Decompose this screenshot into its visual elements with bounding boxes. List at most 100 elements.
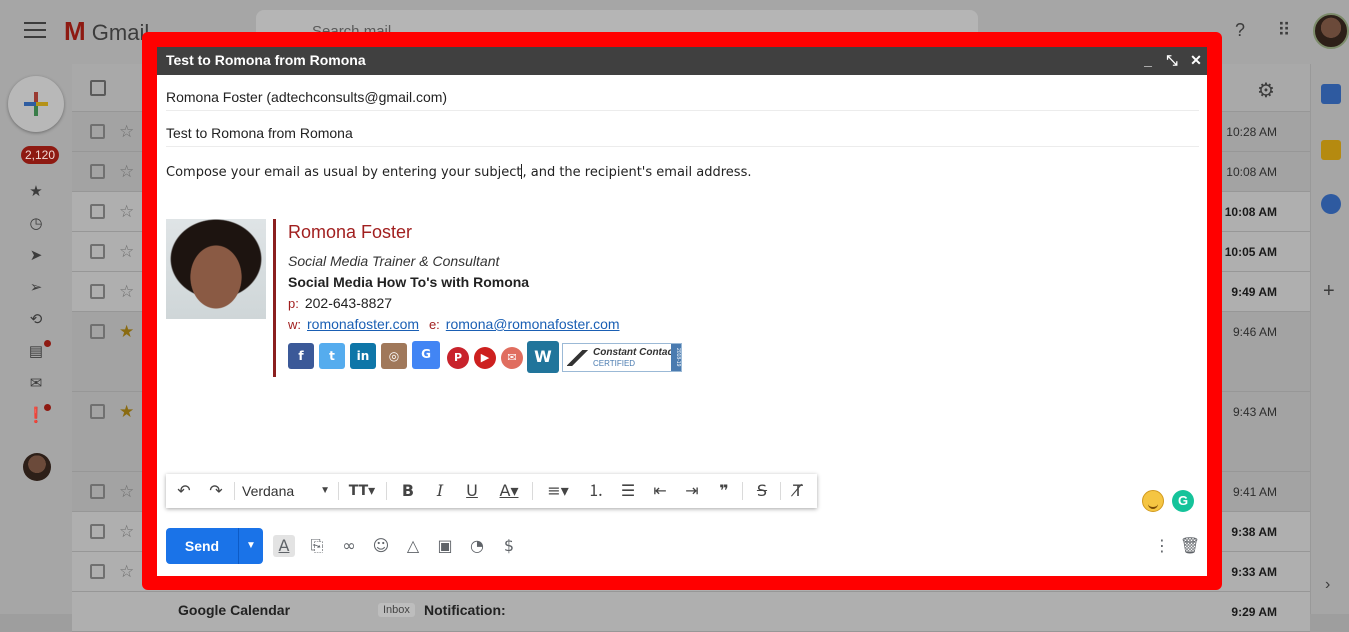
row-checkbox[interactable] <box>90 484 105 499</box>
pinterest-icon[interactable]: P <box>447 347 469 369</box>
tasks-icon[interactable] <box>1321 194 1341 214</box>
gmail-logo[interactable]: M Gmail <box>64 16 149 47</box>
star-icon[interactable]: ☆ <box>119 563 137 581</box>
more-options-icon[interactable]: ⋮ <box>1151 535 1173 557</box>
snoozed-icon[interactable]: ◷ <box>26 214 46 234</box>
font-select[interactable]: Verdana ▼ <box>234 479 334 503</box>
linkedin-icon[interactable]: in <box>350 343 376 369</box>
row-checkbox[interactable] <box>90 524 105 539</box>
money-icon[interactable]: $ <box>498 535 520 557</box>
wordpress-icon[interactable]: W <box>527 341 559 373</box>
help-icon[interactable]: ? <box>1228 20 1252 44</box>
hug-emoji-icon[interactable] <box>1142 490 1164 512</box>
constant-contact-logo-icon <box>567 350 589 366</box>
compose-title-bar[interactable]: Test to Romona from Romona _ ⤡ ✕ <box>157 47 1207 75</box>
signature-divider <box>273 219 276 377</box>
send-button[interactable]: Send <box>166 528 238 564</box>
keep-icon[interactable] <box>1321 140 1341 160</box>
strikethrough-icon[interactable]: S <box>750 479 774 503</box>
compose-button[interactable] <box>8 76 64 132</box>
row-checkbox[interactable] <box>90 324 105 339</box>
drive-icon[interactable]: △ <box>402 535 424 557</box>
emoji-icon[interactable]: ☺ <box>370 535 392 557</box>
star-icon[interactable]: ☆ <box>119 163 137 181</box>
email-envelope-icon[interactable]: ✉ <box>501 347 523 369</box>
star-icon[interactable]: ☆ <box>119 243 137 261</box>
row-checkbox[interactable] <box>90 244 105 259</box>
indent-more-icon[interactable]: ⇥ <box>680 479 704 503</box>
quote-icon[interactable]: ❞ <box>712 479 736 503</box>
row-checkbox[interactable] <box>90 164 105 179</box>
toolbar-separator <box>742 482 743 500</box>
google-my-business-icon[interactable]: G <box>412 341 440 369</box>
text-color-icon[interactable]: A▾ <box>492 479 526 503</box>
link-icon[interactable]: ∞ <box>338 535 360 557</box>
website-link[interactable]: romonafoster.com <box>307 316 419 332</box>
remove-formatting-icon[interactable]: T̸ <box>786 479 810 503</box>
send-options-button[interactable]: ▼ <box>238 528 263 564</box>
grammarly-icon[interactable]: G <box>1172 490 1194 512</box>
signature-company: Social Media How To's with Romona <box>288 274 530 290</box>
starred-icon[interactable]: ★ <box>26 182 46 202</box>
add-ons-plus-icon[interactable]: + <box>1323 280 1335 303</box>
twitter-icon[interactable]: t <box>319 343 345 369</box>
italic-icon[interactable]: I <box>428 479 452 503</box>
youtube-icon[interactable]: ▶ <box>474 347 496 369</box>
last-row-subject: Notification: <box>424 602 506 618</box>
trash-icon[interactable]: 🗑 <box>1179 535 1201 557</box>
spam-icon[interactable]: ❗ <box>26 406 46 426</box>
main-menu-icon[interactable] <box>24 22 46 40</box>
to-field[interactable]: Romona Foster (adtechconsults@gmail.com) <box>166 75 1199 111</box>
apps-grid-icon[interactable]: ⠿ <box>1272 20 1296 44</box>
spam-dot <box>44 404 51 411</box>
signature-phone: p: 202-643-8827 <box>288 295 393 311</box>
bold-icon[interactable]: B <box>396 479 420 503</box>
row-checkbox[interactable] <box>90 204 105 219</box>
star-icon[interactable]: ★ <box>119 403 137 421</box>
select-all-checkbox[interactable] <box>90 80 106 96</box>
sent-icon[interactable]: ➢ <box>26 278 46 298</box>
to-recipient[interactable]: Romona Foster (adtechconsults@gmail.com) <box>166 89 447 105</box>
text-size-icon[interactable]: TT▾ <box>344 479 380 503</box>
scheduled-icon[interactable]: ⟲ <box>26 310 46 330</box>
email-link[interactable]: romona@romonafoster.com <box>446 316 620 332</box>
photo-icon[interactable]: ▣ <box>434 535 456 557</box>
close-icon[interactable]: ✕ <box>1189 52 1203 68</box>
row-checkbox[interactable] <box>90 284 105 299</box>
message-body[interactable]: Compose your email as usual by entering … <box>166 164 751 180</box>
facebook-icon[interactable]: f <box>288 343 314 369</box>
hangouts-avatar[interactable] <box>23 453 51 481</box>
row-checkbox[interactable] <box>90 124 105 139</box>
confidential-icon[interactable]: ◔ <box>466 535 488 557</box>
redo-icon[interactable]: ↷ <box>204 479 228 503</box>
bulleted-list-icon[interactable]: ☰ <box>616 479 640 503</box>
important-icon[interactable]: ➤ <box>26 246 46 266</box>
show-side-panel-icon[interactable]: › <box>1325 576 1330 594</box>
numbered-list-icon[interactable]: ⒈ <box>584 479 608 503</box>
star-icon[interactable]: ☆ <box>119 203 137 221</box>
subject-text[interactable]: Test to Romona from Romona <box>166 125 353 141</box>
undo-icon[interactable]: ↶ <box>172 479 196 503</box>
star-icon[interactable]: ☆ <box>119 123 137 141</box>
star-icon[interactable]: ★ <box>119 323 137 341</box>
formatting-options-icon[interactable]: A <box>273 535 295 557</box>
settings-gear-icon[interactable]: ⚙ <box>1257 78 1275 103</box>
drafts-icon[interactable]: ▤ <box>26 342 46 362</box>
indent-less-icon[interactable]: ⇤ <box>648 479 672 503</box>
constant-contact-badge[interactable]: Constant Contact CERTIFIED 2018-19 <box>562 343 682 372</box>
all-mail-icon[interactable]: ✉ <box>26 374 46 394</box>
star-icon[interactable]: ☆ <box>119 483 137 501</box>
instagram-icon[interactable]: ◎ <box>381 343 407 369</box>
calendar-icon[interactable] <box>1321 84 1341 104</box>
attach-icon[interactable]: ⎘ <box>306 535 328 557</box>
account-avatar[interactable] <box>1313 13 1349 49</box>
star-icon[interactable]: ☆ <box>119 523 137 541</box>
star-icon[interactable]: ☆ <box>119 283 137 301</box>
minimize-icon[interactable]: _ <box>1141 52 1155 68</box>
row-checkbox[interactable] <box>90 404 105 419</box>
underline-icon[interactable]: U <box>460 479 484 503</box>
exit-fullscreen-icon[interactable]: ⤡ <box>1165 52 1179 68</box>
row-checkbox[interactable] <box>90 564 105 579</box>
subject-field[interactable]: Test to Romona from Romona <box>166 111 1199 147</box>
align-icon[interactable]: ≡▾ <box>540 479 576 503</box>
